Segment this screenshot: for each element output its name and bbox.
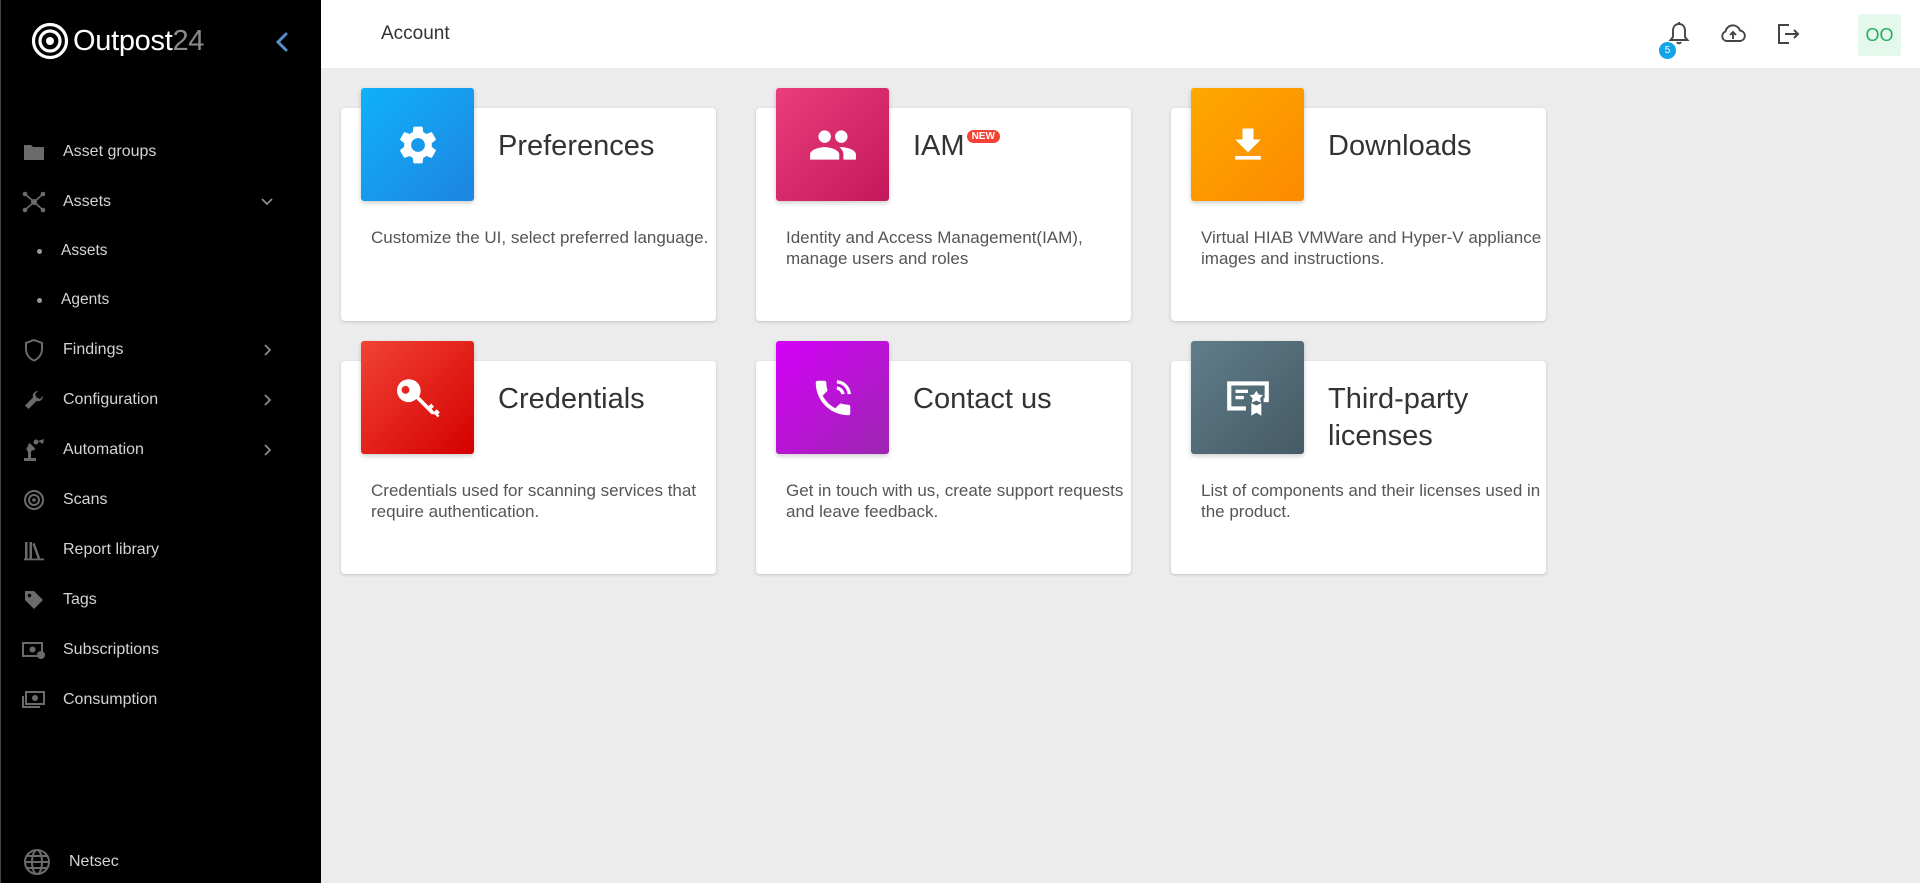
upload-button[interactable]: [1719, 20, 1747, 48]
card-title: Preferences: [498, 130, 655, 162]
card-title: Credentials: [498, 383, 645, 415]
gear-icon: [399, 126, 436, 163]
card-title-text: IAM: [913, 130, 965, 162]
sidebar-item-assets[interactable]: Assets: [1, 182, 322, 222]
outpost24-logo[interactable]: Outpost24: [31, 22, 204, 60]
globe-icon: [23, 848, 51, 876]
card-description: List of components and their licenses us…: [1201, 481, 1541, 521]
preferences-tile: [361, 88, 474, 201]
sidebar-item-findings[interactable]: Findings: [1, 330, 322, 370]
card-downloads[interactable]: Downloads Virtual HIAB VMWare and Hyper-…: [1171, 88, 1546, 321]
sidebar-subitem-agents[interactable]: Agents: [1, 280, 322, 320]
sidebar-item-subscriptions[interactable]: Subscriptions: [1, 630, 322, 670]
sidebar-item-scans[interactable]: Scans: [1, 480, 322, 520]
shield-icon: [22, 338, 46, 362]
chevron-right-icon: [264, 444, 272, 456]
sidebar-item-label: Assets: [61, 242, 108, 259]
card-contact-us[interactable]: Contact us Get in touch with us, create …: [756, 341, 1131, 574]
money-icon: [22, 688, 46, 712]
bullet-icon: [37, 248, 42, 254]
collapse-sidebar-button[interactable]: [272, 28, 294, 56]
wrench-icon: [22, 388, 46, 412]
card-third-party-licenses[interactable]: Third-party licenses List of components …: [1171, 341, 1546, 574]
sidebar-item-label: Report library: [63, 541, 160, 558]
sidebar: Outpost24 Asset groups Assets Assets Age…: [0, 0, 321, 883]
user-avatar[interactable]: OO: [1858, 14, 1901, 56]
sidebar-item-automation[interactable]: Automation: [1, 430, 322, 470]
card-description: Get in touch with us, create support req…: [786, 481, 1124, 521]
sidebar-item-label: Tags: [63, 591, 97, 608]
card-title: Contact us: [913, 383, 1052, 415]
chevron-right-icon: [264, 394, 272, 406]
phone-icon: [815, 379, 851, 415]
sidebar-item-asset-groups[interactable]: Asset groups: [1, 132, 322, 172]
sidebar-item-label: Automation: [63, 441, 144, 458]
sidebar-item-label: Findings: [63, 341, 124, 358]
card-description: Virtual HIAB VMWare and Hyper-V applianc…: [1201, 228, 1542, 268]
outpost24-logo-icon: [31, 22, 69, 60]
downloads-tile: [1191, 88, 1304, 201]
card-title: IAM NEW: [913, 128, 1123, 165]
network-nodes-icon: [22, 190, 46, 214]
key-icon: [396, 378, 440, 417]
sidebar-item-label: Assets: [63, 193, 112, 210]
sidebar-subitem-assets[interactable]: Assets: [1, 231, 322, 271]
sidebar-item-tags[interactable]: Tags: [1, 580, 322, 620]
tag-icon: [22, 588, 46, 612]
sidebar-item-consumption[interactable]: Consumption: [1, 680, 322, 720]
people-icon: [809, 129, 856, 160]
notification-count-badge: 5: [1659, 42, 1676, 59]
credentials-tile: [361, 341, 474, 454]
page-title: Account: [381, 23, 450, 44]
robot-arm-icon: [22, 438, 46, 462]
download-icon: [1234, 128, 1261, 160]
bullet-icon: [37, 297, 42, 303]
sidebar-item-label: Subscriptions: [63, 641, 160, 658]
card-description: Identity and Access Management(IAM), man…: [786, 228, 1083, 268]
contact-us-tile: [776, 341, 889, 454]
chevron-right-icon: [264, 344, 272, 356]
certificate-icon: [1226, 380, 1269, 416]
card-preferences[interactable]: Preferences Customize the UI, select pre…: [341, 88, 716, 321]
sidebar-footer-label: Netsec: [69, 853, 119, 870]
new-badge: NEW: [966, 130, 1000, 143]
sidebar-item-report-library[interactable]: Report library: [1, 530, 322, 570]
card-title: Third-party licenses: [1328, 383, 1469, 452]
books-icon: [22, 538, 46, 562]
third-party-licenses-tile: [1191, 341, 1304, 454]
chevron-down-icon: [261, 198, 273, 206]
card-description: Credentials used for scanning services t…: [371, 481, 697, 521]
cloud-upload-icon: [1721, 24, 1746, 42]
sidebar-item-label: Scans: [63, 491, 108, 508]
card-iam[interactable]: IAM NEW Identity and Access Management(IA…: [756, 88, 1131, 321]
iam-tile: [776, 88, 889, 201]
sidebar-item-label: Asset groups: [63, 143, 157, 160]
sidebar-item-label: Agents: [61, 291, 110, 308]
chevron-left-icon: [275, 32, 288, 52]
logout-button[interactable]: [1774, 20, 1802, 48]
sidebar-item-netsec[interactable]: Netsec: [1, 842, 322, 882]
sidebar-item-configuration[interactable]: Configuration: [1, 380, 322, 420]
sidebar-item-label: Configuration: [63, 391, 159, 408]
radar-icon: [22, 488, 46, 512]
card-description: Customize the UI, select preferred langu…: [371, 228, 709, 247]
card-title: Downloads: [1328, 130, 1472, 162]
sidebar-item-label: Consumption: [63, 691, 158, 708]
folder-icon: [22, 140, 46, 164]
card-credentials[interactable]: Credentials Credentials used for scannin…: [341, 341, 716, 574]
subscription-icon: [22, 638, 46, 662]
brand-name: Outpost24: [73, 24, 205, 57]
logout-icon: [1778, 24, 1800, 44]
